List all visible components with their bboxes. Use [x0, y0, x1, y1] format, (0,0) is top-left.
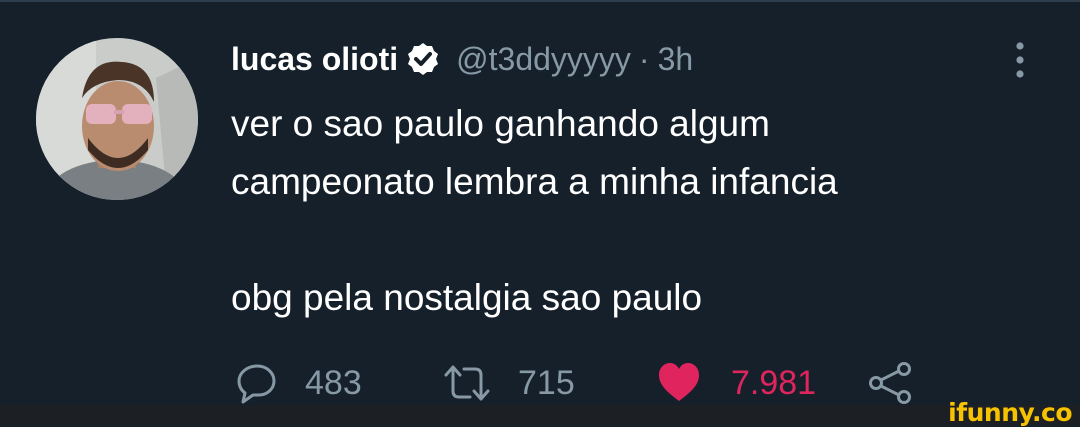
reply-count: 483	[305, 363, 362, 402]
like-button[interactable]: 7.981	[657, 360, 816, 406]
display-name[interactable]: lucas olioti	[231, 41, 398, 78]
tweet-actions: 483 715 7.981	[0, 360, 1080, 406]
share-icon	[869, 362, 911, 404]
more-vertical-icon[interactable]	[1008, 40, 1032, 80]
watermark-bar: ifunny.co	[0, 398, 1080, 427]
avatar[interactable]	[36, 38, 198, 200]
top-divider	[0, 0, 1080, 2]
separator-dot: ·	[638, 40, 650, 77]
verified-badge-icon	[406, 42, 440, 76]
reply-button[interactable]: 483	[235, 360, 362, 406]
avatar-photo	[36, 38, 198, 200]
tweet-header: lucas olioti @t3ddyyyyy · 3h	[231, 37, 693, 81]
tweet-text: ver o sao paulo ganhando algum campeonat…	[231, 103, 838, 318]
reply-icon	[237, 364, 276, 404]
retweet-count: 715	[518, 363, 575, 402]
timestamp[interactable]: 3h	[658, 41, 694, 78]
heart-icon	[659, 363, 699, 401]
retweet-icon	[444, 365, 490, 401]
share-button[interactable]	[866, 360, 916, 406]
ifunny-watermark: ifunny.co	[948, 398, 1072, 427]
like-count: 7.981	[731, 363, 817, 402]
retweet-button[interactable]: 715	[442, 360, 575, 406]
user-handle[interactable]: @t3ddyyyyy	[456, 41, 631, 78]
